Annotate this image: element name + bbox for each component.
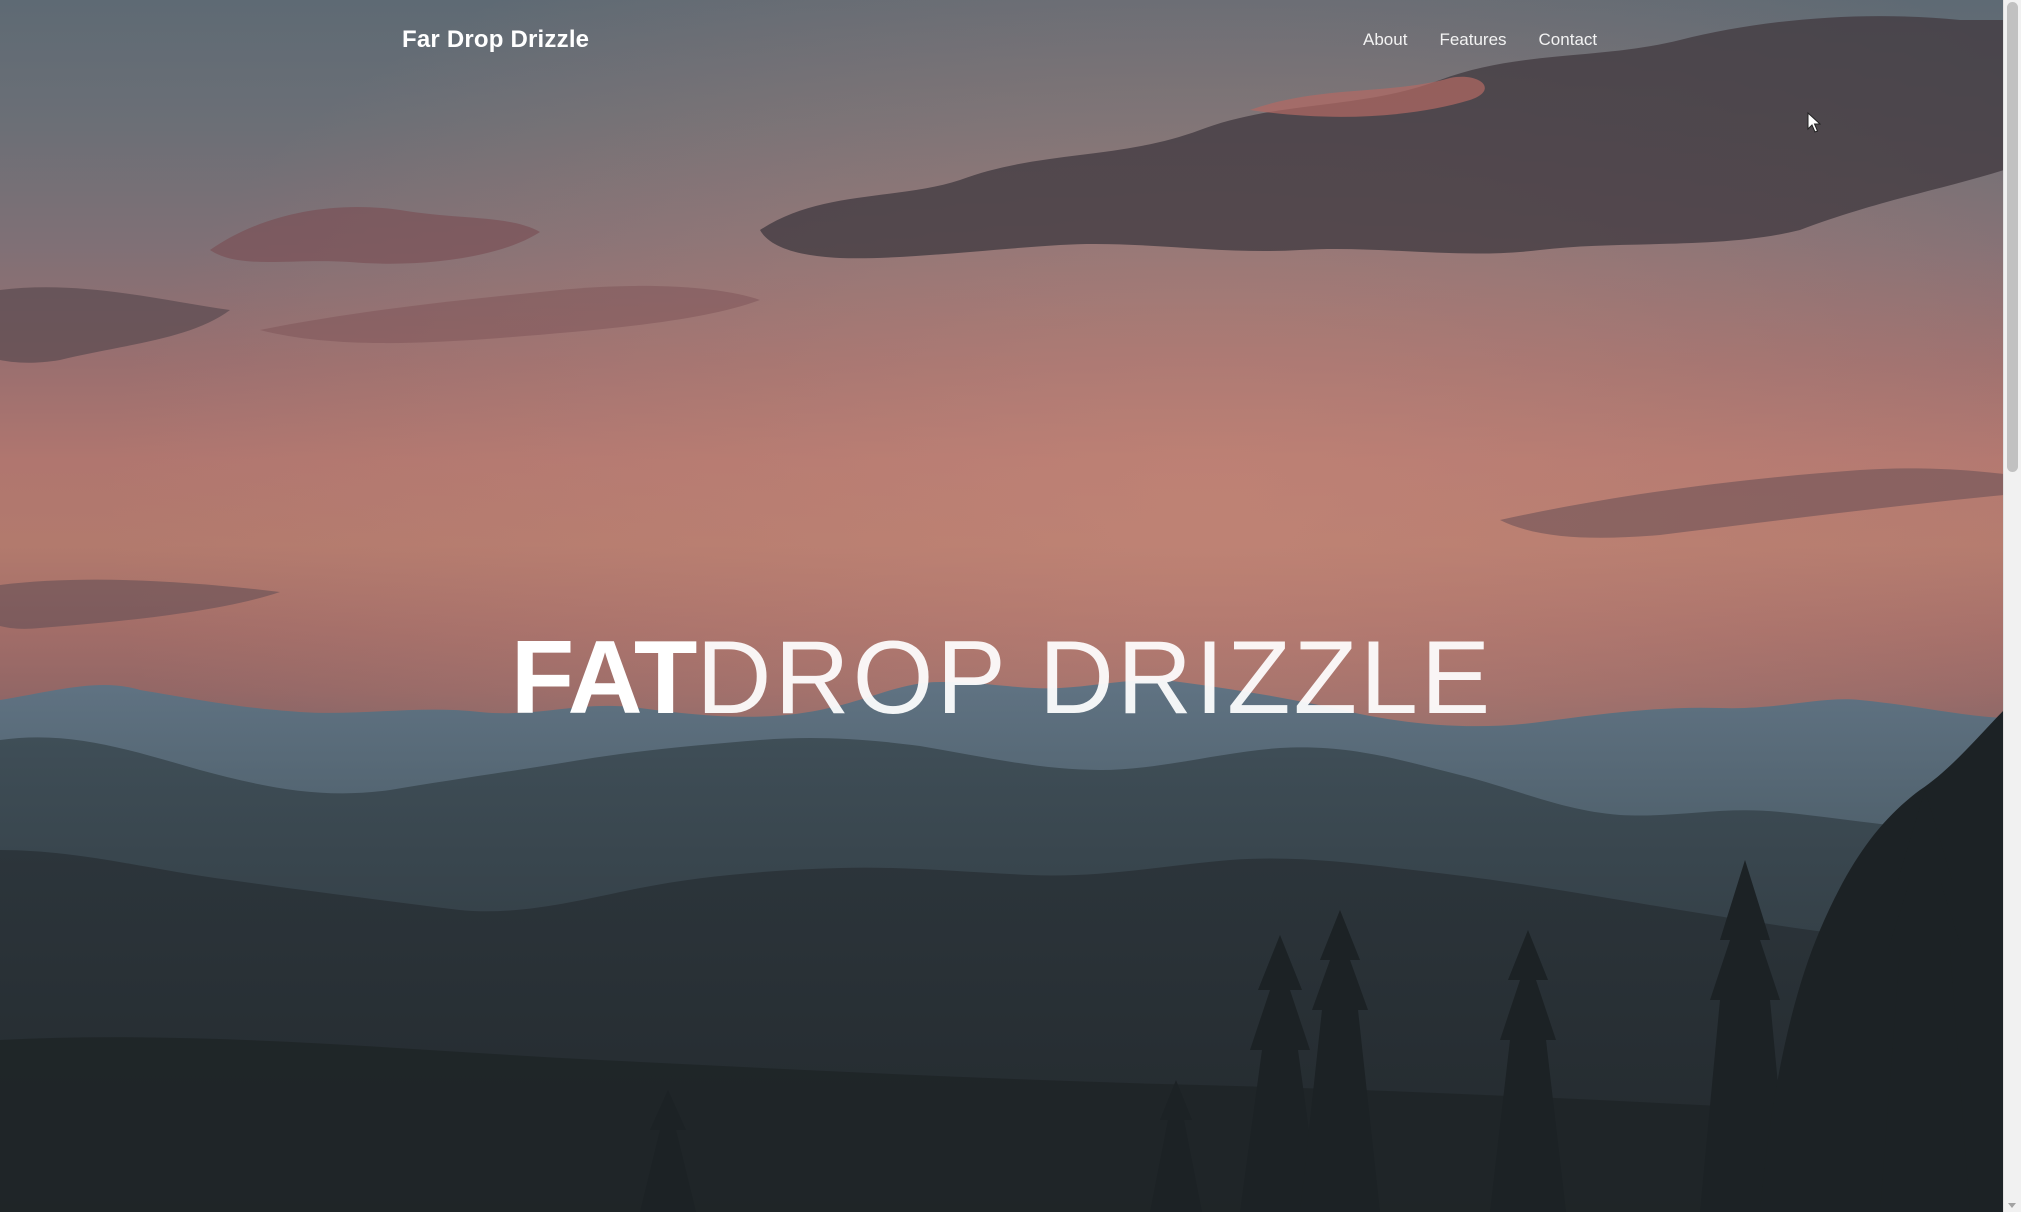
nav-link-contact[interactable]: Contact [1539, 30, 1598, 50]
nav-links: About Features Contact [1363, 30, 1597, 50]
nav-link-about[interactable]: About [1363, 30, 1407, 50]
scrollbar-thumb[interactable] [2007, 2, 2018, 472]
hero-section: Far Drop Drizzle About Features Contact … [0, 0, 2004, 1212]
mouse-pointer-icon [1807, 112, 1821, 133]
top-navbar: Far Drop Drizzle About Features Contact [0, 0, 2004, 82]
hero-headline-light: DROP DRIZZLE [696, 619, 1494, 736]
hero-headline-bold: FAT [510, 619, 698, 736]
vertical-scrollbar[interactable] [2003, 0, 2021, 1212]
nav-link-features[interactable]: Features [1439, 30, 1506, 50]
hero-headline: FATDROP DRIZZLE [0, 618, 2004, 738]
brand-logo-link[interactable]: Far Drop Drizzle [402, 26, 589, 54]
page: Far Drop Drizzle About Features Contact … [0, 0, 2021, 1212]
landscape-image [0, 0, 2004, 1212]
scroll-down-arrow-icon[interactable] [2008, 1203, 2016, 1208]
